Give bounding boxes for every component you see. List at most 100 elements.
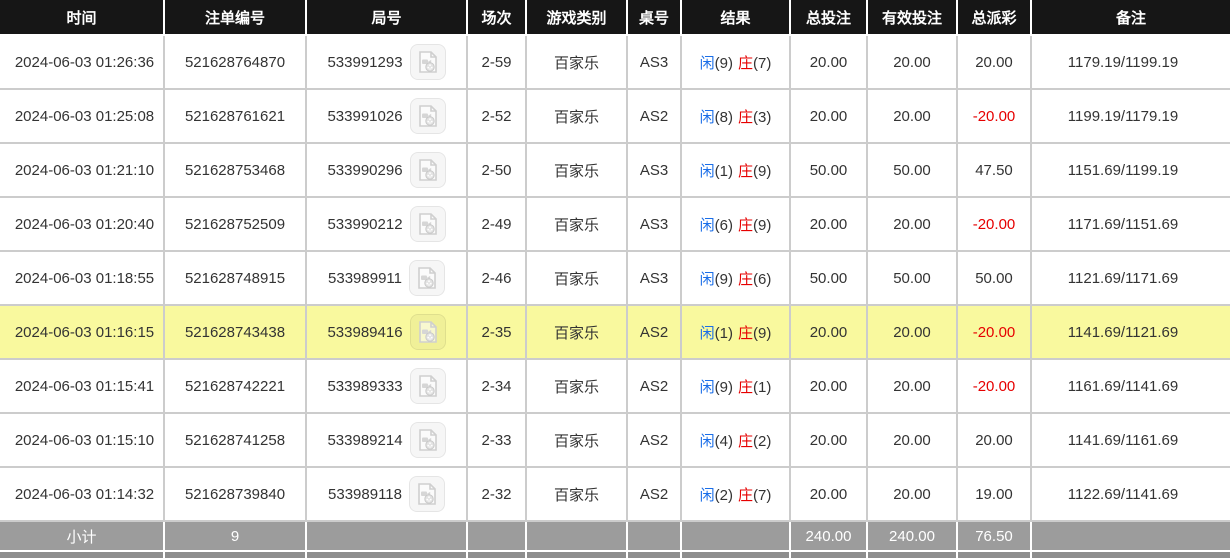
video-replay-button[interactable] [409,422,446,458]
game-no-cell: 533989416 [307,306,468,360]
remark-cell: 1199.19/1179.19 [1032,90,1230,144]
table-row[interactable]: 2024-06-03 01:25:08 521628761621 5339910… [0,90,1230,144]
video-replay-button[interactable] [409,152,446,188]
result-player-label: 闲 [699,378,715,396]
game-no-cell: 533991026 [307,90,468,144]
result-cell: 闲(2) 庄(7) [682,468,791,522]
bet-no-cell: 521628743438 [165,306,307,360]
remark-cell: 1141.69/1161.69 [1032,414,1230,468]
game-no-cell: 533989333 [307,360,468,414]
col-header-payout: 总派彩 [958,0,1032,36]
video-file-icon [417,428,439,452]
bet-no-cell: 521628748915 [165,252,307,306]
result-banker-label: 庄 [738,54,754,72]
total-bet-cell: 20.00 [791,198,868,252]
result-cell: 闲(9) 庄(1) [682,360,791,414]
table-no-cell: AS3 [628,36,682,90]
table-row[interactable]: 2024-06-03 01:15:10 521628741258 5339892… [0,414,1230,468]
bet-records-table: 时间 注单编号 局号 场次 游戏类别 桌号 结果 总投注 有效投注 总派彩 备注… [0,0,1230,558]
game-no-cell: 533989214 [307,414,468,468]
video-replay-button[interactable] [409,98,446,134]
payout-cell: 47.50 [958,144,1032,198]
video-replay-button[interactable] [409,44,446,80]
col-header-session: 场次 [468,0,527,36]
table-no-cell: AS3 [628,144,682,198]
game-type-cell: 百家乐 [527,90,628,144]
payout-cell: -20.00 [958,306,1032,360]
game-type-cell: 百家乐 [527,360,628,414]
subtotal-empty-cell [527,522,628,552]
result-player-label: 闲 [699,216,715,234]
bet-no-cell: 521628753468 [165,144,307,198]
remark-cell: 1121.69/1171.69 [1032,252,1230,306]
result-player-label: 闲 [699,162,715,180]
session-cell: 2-32 [468,468,527,522]
game-no-cell: 533989118 [307,468,468,522]
game-type-cell: 百家乐 [527,36,628,90]
bet-no-cell: 521628764870 [165,36,307,90]
col-header-result: 结果 [682,0,791,36]
col-header-time: 时间 [0,0,165,36]
table-row[interactable]: 2024-06-03 01:21:10 521628753468 5339902… [0,144,1230,198]
result-player-points: (2) [714,486,733,504]
table-row[interactable]: 2024-06-03 01:18:55 521628748915 5339899… [0,252,1230,306]
subtotal-empty-cell [1032,522,1230,552]
subtotal-count: 9 [165,522,307,552]
bet-no-cell: 521628742221 [165,360,307,414]
result-player-label: 闲 [699,270,715,288]
session-cell: 2-46 [468,252,527,306]
game-type-cell: 百家乐 [527,144,628,198]
time-cell: 2024-06-03 01:21:10 [0,144,165,198]
total-bet-cell: 20.00 [791,306,868,360]
video-file-icon [416,266,438,290]
payout-cell: 20.00 [958,36,1032,90]
valid-bet-cell: 20.00 [868,198,958,252]
table-footer: 小计 9 240.00 240.00 76.50 [0,522,1230,558]
payout-cell: -20.00 [958,90,1032,144]
remark-cell: 1122.69/1141.69 [1032,468,1230,522]
game-type-cell: 百家乐 [527,468,628,522]
video-replay-button[interactable] [408,476,445,512]
video-replay-button[interactable] [409,368,446,404]
video-replay-button[interactable] [408,260,445,296]
game-no-text: 533989911 [328,269,402,287]
result-banker-points: (7) [753,486,772,504]
table-row[interactable]: 2024-06-03 01:16:15 521628743438 5339894… [0,306,1230,360]
game-no-text: 533991293 [327,53,403,71]
game-type-cell: 百家乐 [527,306,628,360]
bet-no-cell: 521628741258 [165,414,307,468]
result-player-points: (1) [714,162,733,180]
col-header-remark: 备注 [1032,0,1230,36]
subtotal-valid-bet: 240.00 [868,522,958,552]
total-bet-cell: 20.00 [791,90,868,144]
table-row[interactable]: 2024-06-03 01:15:41 521628742221 5339893… [0,360,1230,414]
result-player-points: (6) [714,216,733,234]
table-row[interactable]: 2024-06-03 01:20:40 521628752509 5339902… [0,198,1230,252]
session-cell: 2-50 [468,144,527,198]
game-no-text: 533990296 [327,161,403,179]
total-bet-cell: 20.00 [791,360,868,414]
video-replay-button[interactable] [409,314,446,350]
col-header-game-type: 游戏类别 [527,0,628,36]
game-no-text: 533990212 [327,215,403,233]
time-cell: 2024-06-03 01:14:32 [0,468,165,522]
video-replay-button[interactable] [409,206,446,242]
remark-cell: 1151.69/1199.19 [1032,144,1230,198]
session-cell: 2-35 [468,306,527,360]
table-row[interactable]: 2024-06-03 01:14:32 521628739840 5339891… [0,468,1230,522]
result-player-label: 闲 [699,486,715,504]
subtotal-payout: 76.50 [958,522,1032,552]
valid-bet-cell: 20.00 [868,414,958,468]
result-banker-label: 庄 [738,216,754,234]
time-cell: 2024-06-03 01:15:10 [0,414,165,468]
table-no-cell: AS2 [628,468,682,522]
subtotal-total-bet: 240.00 [791,522,868,552]
remark-cell: 1161.69/1141.69 [1032,360,1230,414]
subtotal-label: 小计 [0,522,165,552]
total-bet-cell: 20.00 [791,414,868,468]
result-cell: 闲(4) 庄(2) [682,414,791,468]
valid-bet-cell: 50.00 [868,252,958,306]
table-row[interactable]: 2024-06-03 01:26:36 521628764870 5339912… [0,36,1230,90]
video-file-icon [416,482,438,506]
game-type-cell: 百家乐 [527,252,628,306]
